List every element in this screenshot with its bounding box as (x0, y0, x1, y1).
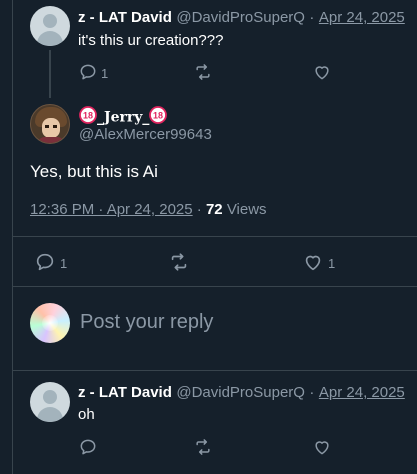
tweet-timestamp-link[interactable]: 12:36 PM · Apr 24, 2025 (30, 201, 193, 218)
author-handle[interactable]: @DavidProSuperQ (176, 384, 305, 401)
avatar-current-user (30, 303, 70, 343)
avatar-jerry[interactable] (30, 104, 70, 144)
divider (12, 286, 417, 287)
author-name[interactable]: z - LAT David (78, 9, 172, 26)
avatar-body (37, 407, 63, 422)
tweet-date-link[interactable]: Apr 24, 2025 (319, 9, 405, 26)
main-tweet-text: Yes, but this is Ai (30, 162, 158, 181)
reply-count: 1 (60, 256, 68, 271)
separator: · (196, 201, 202, 218)
avatar-head (43, 14, 57, 28)
reply-count: 1 (101, 66, 109, 81)
reply-composer-input[interactable]: Post your reply (80, 311, 213, 334)
author-name[interactable]: z - LAT David (78, 384, 172, 401)
author-handle[interactable]: @AlexMercer99643 (79, 126, 212, 143)
badge-18-text: 18 (83, 111, 93, 121)
reply-icon[interactable] (78, 62, 98, 82)
reply-icon[interactable] (34, 251, 56, 273)
badge-18-text: 18 (153, 111, 163, 121)
retweet-icon[interactable] (168, 251, 190, 273)
reply-icon[interactable] (78, 437, 98, 457)
heart-icon[interactable] (302, 251, 324, 273)
views-count: 72 (205, 201, 223, 218)
heart-icon[interactable] (312, 62, 332, 82)
avatar-eye (53, 125, 57, 128)
thread-connector-line (49, 50, 51, 98)
divider (12, 370, 417, 371)
heart-icon[interactable] (312, 437, 332, 457)
avatar-body (37, 31, 63, 46)
divider (12, 236, 417, 237)
avatar-clothes (37, 137, 65, 143)
avatar-eye (45, 125, 49, 128)
tweet-top-header: z - LAT David @DavidProSuperQ · Apr 24, … (78, 9, 405, 27)
retweet-icon[interactable] (193, 62, 213, 82)
main-tweet-meta: 12:36 PM · Apr 24, 2025 · 72 Views (30, 201, 267, 218)
avatar-default-david[interactable] (30, 6, 70, 46)
avatar-face (42, 118, 60, 138)
tweet-bottom-header: z - LAT David @DavidProSuperQ · Apr 24, … (78, 384, 405, 402)
retweet-icon[interactable] (193, 437, 213, 457)
separator: · (309, 384, 315, 401)
author-handle[interactable]: @DavidProSuperQ (176, 9, 305, 26)
tweet-bottom-text: oh (78, 406, 95, 423)
like-count: 1 (328, 256, 336, 271)
tweet-date-link[interactable]: Apr 24, 2025 (319, 384, 405, 401)
separator: · (309, 9, 315, 26)
frame-left-border (12, 0, 13, 474)
avatar-default-david[interactable] (30, 382, 70, 422)
views-label: Views (226, 201, 267, 218)
tweet-top-text: it's this ur creation??? (78, 32, 224, 49)
author-name[interactable]: _Jerry_ (97, 110, 149, 126)
avatar-head (43, 390, 57, 404)
